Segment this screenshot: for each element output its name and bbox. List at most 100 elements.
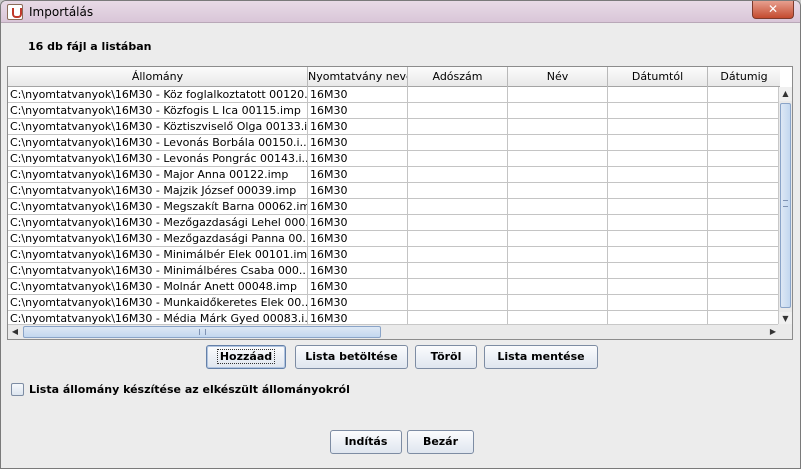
table-cell[interactable] (708, 295, 780, 311)
table-cell[interactable]: C:\nyomtatvanyok\16M30 - Köztiszviselő O… (8, 119, 308, 135)
table-cell[interactable] (608, 215, 708, 231)
table-cell[interactable] (708, 199, 780, 215)
table-cell[interactable]: C:\nyomtatvanyok\16M30 - Minimálbér Elek… (8, 247, 308, 263)
table-cell[interactable]: C:\nyomtatvanyok\16M30 - Minimálbéres Cs… (8, 263, 308, 279)
table-row[interactable]: C:\nyomtatvanyok\16M30 - Közfogis L Ica … (8, 103, 780, 119)
table-cell[interactable] (408, 279, 508, 295)
table-cell[interactable]: C:\nyomtatvanyok\16M30 - Molnár Anett 00… (8, 279, 308, 295)
table-cell[interactable]: C:\nyomtatvanyok\16M30 - Levonás Pongrác… (8, 151, 308, 167)
horizontal-scroll-thumb[interactable] (23, 326, 381, 338)
table-cell[interactable]: 16M30 (308, 103, 408, 119)
table-cell[interactable] (608, 103, 708, 119)
save-list-button[interactable]: Lista mentése (484, 345, 598, 369)
table-row[interactable]: C:\nyomtatvanyok\16M30 - Molnár Anett 00… (8, 279, 780, 295)
table-cell[interactable] (708, 151, 780, 167)
table-cell[interactable] (708, 103, 780, 119)
table-cell[interactable] (608, 247, 708, 263)
table-row[interactable]: C:\nyomtatvanyok\16M30 - Levonás Borbála… (8, 135, 780, 151)
table-cell[interactable] (508, 247, 608, 263)
close-window-button[interactable]: ✕ (752, 1, 794, 19)
table-cell[interactable] (408, 151, 508, 167)
table-cell[interactable] (608, 167, 708, 183)
table-cell[interactable]: 16M30 (308, 135, 408, 151)
vertical-scroll-thumb[interactable] (780, 103, 791, 308)
table-cell[interactable] (408, 87, 508, 103)
table-cell[interactable]: 16M30 (308, 215, 408, 231)
table-cell[interactable] (608, 151, 708, 167)
column-header-allomany[interactable]: Állomány (8, 67, 308, 87)
table-cell[interactable]: 16M30 (308, 183, 408, 199)
table-cell[interactable] (508, 103, 608, 119)
table-cell[interactable] (608, 279, 708, 295)
table-cell[interactable] (408, 183, 508, 199)
table-cell[interactable] (508, 87, 608, 103)
table-cell[interactable] (608, 263, 708, 279)
column-header-adoszam[interactable]: Adószám (408, 67, 508, 87)
table-cell[interactable] (508, 135, 608, 151)
create-list-checkbox-label[interactable]: Lista állomány készítése az elkészült ál… (29, 383, 350, 396)
table-cell[interactable] (408, 135, 508, 151)
horizontal-scrollbar[interactable]: ◀ ▶ (8, 324, 780, 339)
table-cell[interactable] (708, 119, 780, 135)
table-cell[interactable] (508, 199, 608, 215)
table-cell[interactable] (608, 199, 708, 215)
close-button[interactable]: Bezár (407, 430, 474, 454)
delete-button[interactable]: Töröl (415, 345, 477, 369)
table-cell[interactable] (708, 87, 780, 103)
table-row[interactable]: C:\nyomtatvanyok\16M30 - Köztiszviselő O… (8, 119, 780, 135)
column-header-nev[interactable]: Név (508, 67, 608, 87)
table-cell[interactable]: 16M30 (308, 231, 408, 247)
table-row[interactable]: C:\nyomtatvanyok\16M30 - Majzik József 0… (8, 183, 780, 199)
table-cell[interactable]: C:\nyomtatvanyok\16M30 - Munkaidőkeretes… (8, 295, 308, 311)
table-cell[interactable] (608, 135, 708, 151)
scroll-left-icon[interactable]: ◀ (8, 325, 22, 339)
table-cell[interactable]: 16M30 (308, 199, 408, 215)
table-cell[interactable]: C:\nyomtatvanyok\16M30 - Mezőgazdasági P… (8, 231, 308, 247)
table-cell[interactable] (708, 247, 780, 263)
table-cell[interactable] (408, 103, 508, 119)
table-cell[interactable] (408, 231, 508, 247)
table-cell[interactable] (508, 279, 608, 295)
table-cell[interactable] (408, 167, 508, 183)
table-row[interactable]: C:\nyomtatvanyok\16M30 - Minimálbéres Cs… (8, 263, 780, 279)
table-row[interactable]: C:\nyomtatvanyok\16M30 - Mezőgazdasági L… (8, 215, 780, 231)
table-cell[interactable]: C:\nyomtatvanyok\16M30 - Major Anna 0012… (8, 167, 308, 183)
table-cell[interactable]: C:\nyomtatvanyok\16M30 - Mezőgazdasági L… (8, 215, 308, 231)
table-cell[interactable]: 16M30 (308, 87, 408, 103)
table-cell[interactable] (408, 295, 508, 311)
add-button[interactable]: Hozzáad (206, 345, 286, 369)
table-row[interactable]: C:\nyomtatvanyok\16M30 - Minimálbér Elek… (8, 247, 780, 263)
start-button[interactable]: Indítás (330, 430, 402, 454)
table-cell[interactable] (608, 119, 708, 135)
table-cell[interactable]: C:\nyomtatvanyok\16M30 - Köz foglalkozta… (8, 87, 308, 103)
table-row[interactable]: C:\nyomtatvanyok\16M30 - Köz foglalkozta… (8, 87, 780, 103)
table-row[interactable]: C:\nyomtatvanyok\16M30 - Levonás Pongrác… (8, 151, 780, 167)
table-cell[interactable] (608, 87, 708, 103)
column-header-nyomtatvany-neve[interactable]: Nyomtatvány neve (308, 67, 408, 87)
table-cell[interactable] (508, 295, 608, 311)
table-cell[interactable] (408, 215, 508, 231)
table-cell[interactable] (508, 263, 608, 279)
table-cell[interactable]: 16M30 (308, 119, 408, 135)
table-cell[interactable] (708, 135, 780, 151)
table-row[interactable]: C:\nyomtatvanyok\16M30 - Mezőgazdasági P… (8, 231, 780, 247)
table-cell[interactable] (708, 167, 780, 183)
table-cell[interactable] (608, 183, 708, 199)
table-cell[interactable]: 16M30 (308, 263, 408, 279)
table-cell[interactable] (608, 295, 708, 311)
scroll-up-icon[interactable]: ▲ (779, 87, 792, 101)
title-bar[interactable]: Importálás ✕ (1, 1, 800, 23)
create-list-checkbox-row[interactable]: Lista állomány készítése az elkészült ál… (11, 381, 350, 397)
table-cell[interactable] (708, 231, 780, 247)
vertical-scrollbar[interactable]: ▲ ▼ (778, 87, 792, 326)
table-cell[interactable]: 16M30 (308, 167, 408, 183)
load-list-button[interactable]: Lista betöltése (295, 345, 408, 369)
table-cell[interactable]: C:\nyomtatvanyok\16M30 - Megszakít Barna… (8, 199, 308, 215)
table-cell[interactable] (408, 247, 508, 263)
table-cell[interactable] (708, 183, 780, 199)
table-cell[interactable] (408, 263, 508, 279)
table-row[interactable]: C:\nyomtatvanyok\16M30 - Megszakít Barna… (8, 199, 780, 215)
table-cell[interactable] (408, 119, 508, 135)
table-cell[interactable] (608, 231, 708, 247)
table-cell[interactable] (708, 215, 780, 231)
